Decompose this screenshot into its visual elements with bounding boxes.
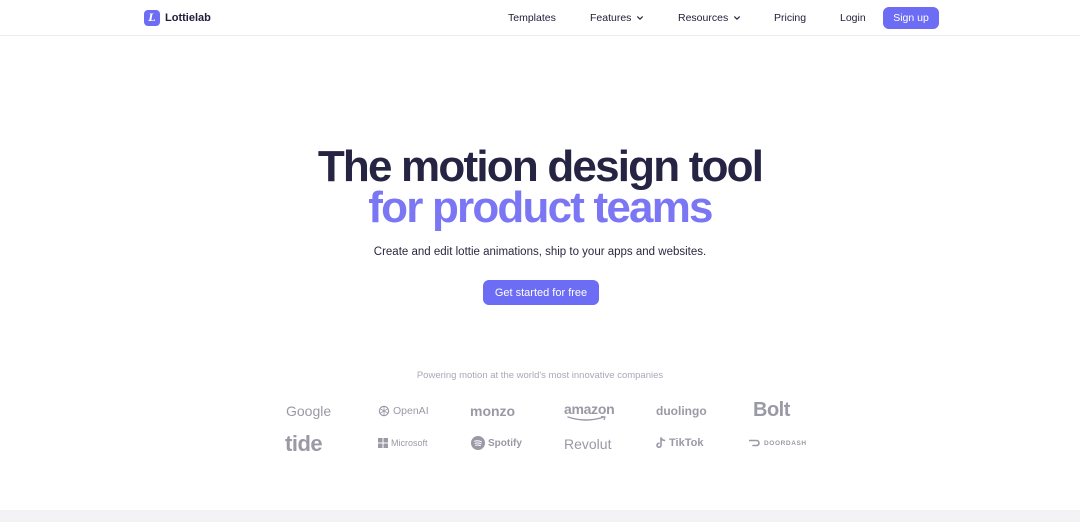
- logo-amazon-text: amazon: [564, 401, 615, 417]
- logo-revolut: Revolut: [564, 436, 611, 452]
- logo-google-text: Google: [286, 403, 332, 419]
- nav-templates[interactable]: Templates: [508, 12, 556, 24]
- logo-tiktok: TikTok: [656, 437, 703, 449]
- nav-pricing-label: Pricing: [774, 12, 807, 24]
- nav-resources[interactable]: Resources: [678, 12, 741, 24]
- logo-tiktok-text: TikTok: [669, 437, 704, 449]
- spotify-icon: [471, 436, 485, 450]
- nav-features[interactable]: Features: [590, 12, 644, 24]
- amazon-smile-icon: [567, 416, 606, 421]
- get-started-button[interactable]: Get started for free: [483, 280, 599, 305]
- logo-openai-text: OpenAI: [393, 405, 429, 417]
- brand-name: Lottielab: [165, 12, 211, 24]
- logo-monzo: monzo: [470, 403, 515, 419]
- logo-amazon: amazon: [564, 401, 615, 417]
- brand-link[interactable]: L Lottielab: [144, 10, 211, 26]
- next-section-edge: [0, 510, 1080, 522]
- microsoft-icon: [378, 438, 388, 448]
- logo-openai: OpenAI: [378, 405, 429, 417]
- top-navbar: L Lottielab Templates Features Resources…: [0, 0, 1080, 36]
- signup-button[interactable]: Sign up: [883, 7, 939, 29]
- logo-google: Google: [286, 403, 331, 419]
- nav-resources-label: Resources: [678, 12, 729, 24]
- logo-bolt: Bolt: [753, 399, 790, 422]
- logo-duolingo: duolingo: [656, 404, 707, 418]
- hero-title-accent: for product teams: [368, 183, 713, 232]
- logo-duolingo-text: duolingo: [656, 404, 707, 418]
- logo-tide-text: tide: [285, 431, 323, 456]
- hero-subtitle: Create and edit lottie animations, ship …: [373, 246, 707, 258]
- logo-spotify-text: Spotify: [488, 437, 522, 449]
- nav-login-label: Login: [840, 12, 866, 24]
- chevron-down-icon: [637, 16, 644, 20]
- nav-pricing[interactable]: Pricing: [774, 12, 806, 24]
- openai-icon: [378, 405, 390, 417]
- logo-bolt-text: Bolt: [753, 399, 790, 421]
- logo-monzo-text: monzo: [470, 403, 516, 419]
- logo-revolut-text: Revolut: [564, 436, 612, 452]
- logo-spotify: Spotify: [471, 436, 522, 450]
- chevron-down-icon: [734, 16, 741, 20]
- lottielab-logo-icon: L: [144, 10, 160, 26]
- logo-microsoft: Microsoft: [378, 438, 428, 448]
- logo-microsoft-text: Microsoft: [391, 438, 428, 448]
- nav-features-label: Features: [590, 12, 632, 24]
- logo-tide: tide: [285, 431, 323, 457]
- nav-login[interactable]: Login: [840, 12, 866, 24]
- tiktok-icon: [656, 437, 666, 449]
- nav-templates-label: Templates: [508, 12, 556, 24]
- logo-doordash-text: DOORDASH: [764, 439, 807, 447]
- logo-doordash: DOORDASH: [749, 439, 807, 447]
- doordash-icon: [749, 439, 760, 447]
- logos-caption: Powering motion at the world's most inno…: [416, 370, 664, 381]
